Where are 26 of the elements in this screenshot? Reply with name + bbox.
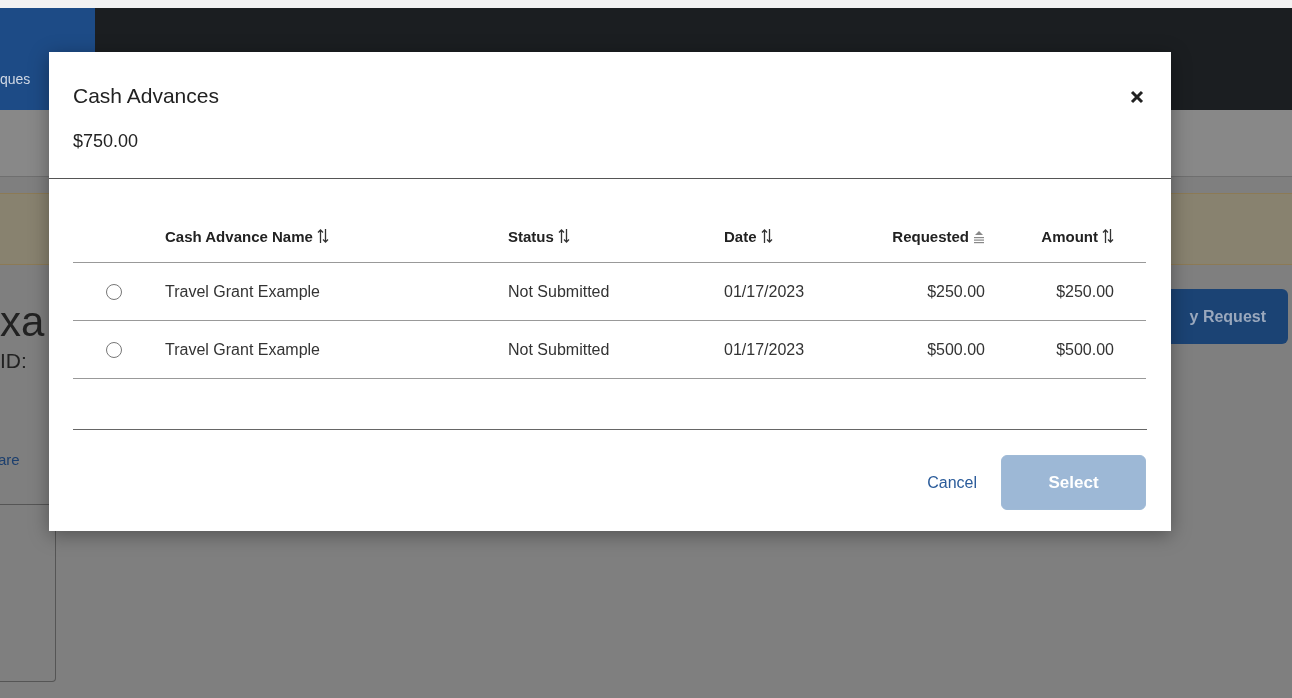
table-cell-text: Not Submitted: [508, 340, 611, 359]
sort-icon: [1102, 228, 1114, 244]
page-heading: xa: [0, 297, 46, 347]
column-header[interactable]: Amount: [995, 227, 1146, 245]
id-label: ID:: [0, 349, 28, 373]
sort-icon: [760, 228, 773, 244]
sort-icon: [316, 228, 329, 244]
radio-button[interactable]: [106, 341, 122, 358]
table-cell-text: 01/17/2023: [724, 340, 806, 359]
sorted-icon: [973, 228, 985, 244]
radio-button[interactable]: [106, 283, 122, 300]
column-header[interactable]: Date: [724, 227, 840, 245]
table-cell-text: $250.00: [926, 282, 986, 301]
table-cell-text: Travel Grant Example: [165, 340, 321, 359]
table-cell-text: Not Submitted: [508, 282, 611, 301]
table-cell-text: $500.00: [926, 340, 986, 359]
table-cell-text: $250.00: [1055, 282, 1115, 301]
table-cell-text: 01/17/2023: [724, 282, 806, 301]
table-cell-text: $500.00: [1055, 340, 1115, 359]
total-amount: $750.00: [73, 131, 140, 152]
column-header[interactable]: Cash Advance Name: [165, 227, 508, 245]
sort-icon: [557, 228, 570, 244]
table-cell-text: Travel Grant Example: [165, 282, 321, 301]
column-header[interactable]: Status: [508, 227, 724, 245]
cancel-button[interactable]: Cancel: [927, 473, 977, 492]
column-header[interactable]: Requested: [840, 227, 995, 245]
